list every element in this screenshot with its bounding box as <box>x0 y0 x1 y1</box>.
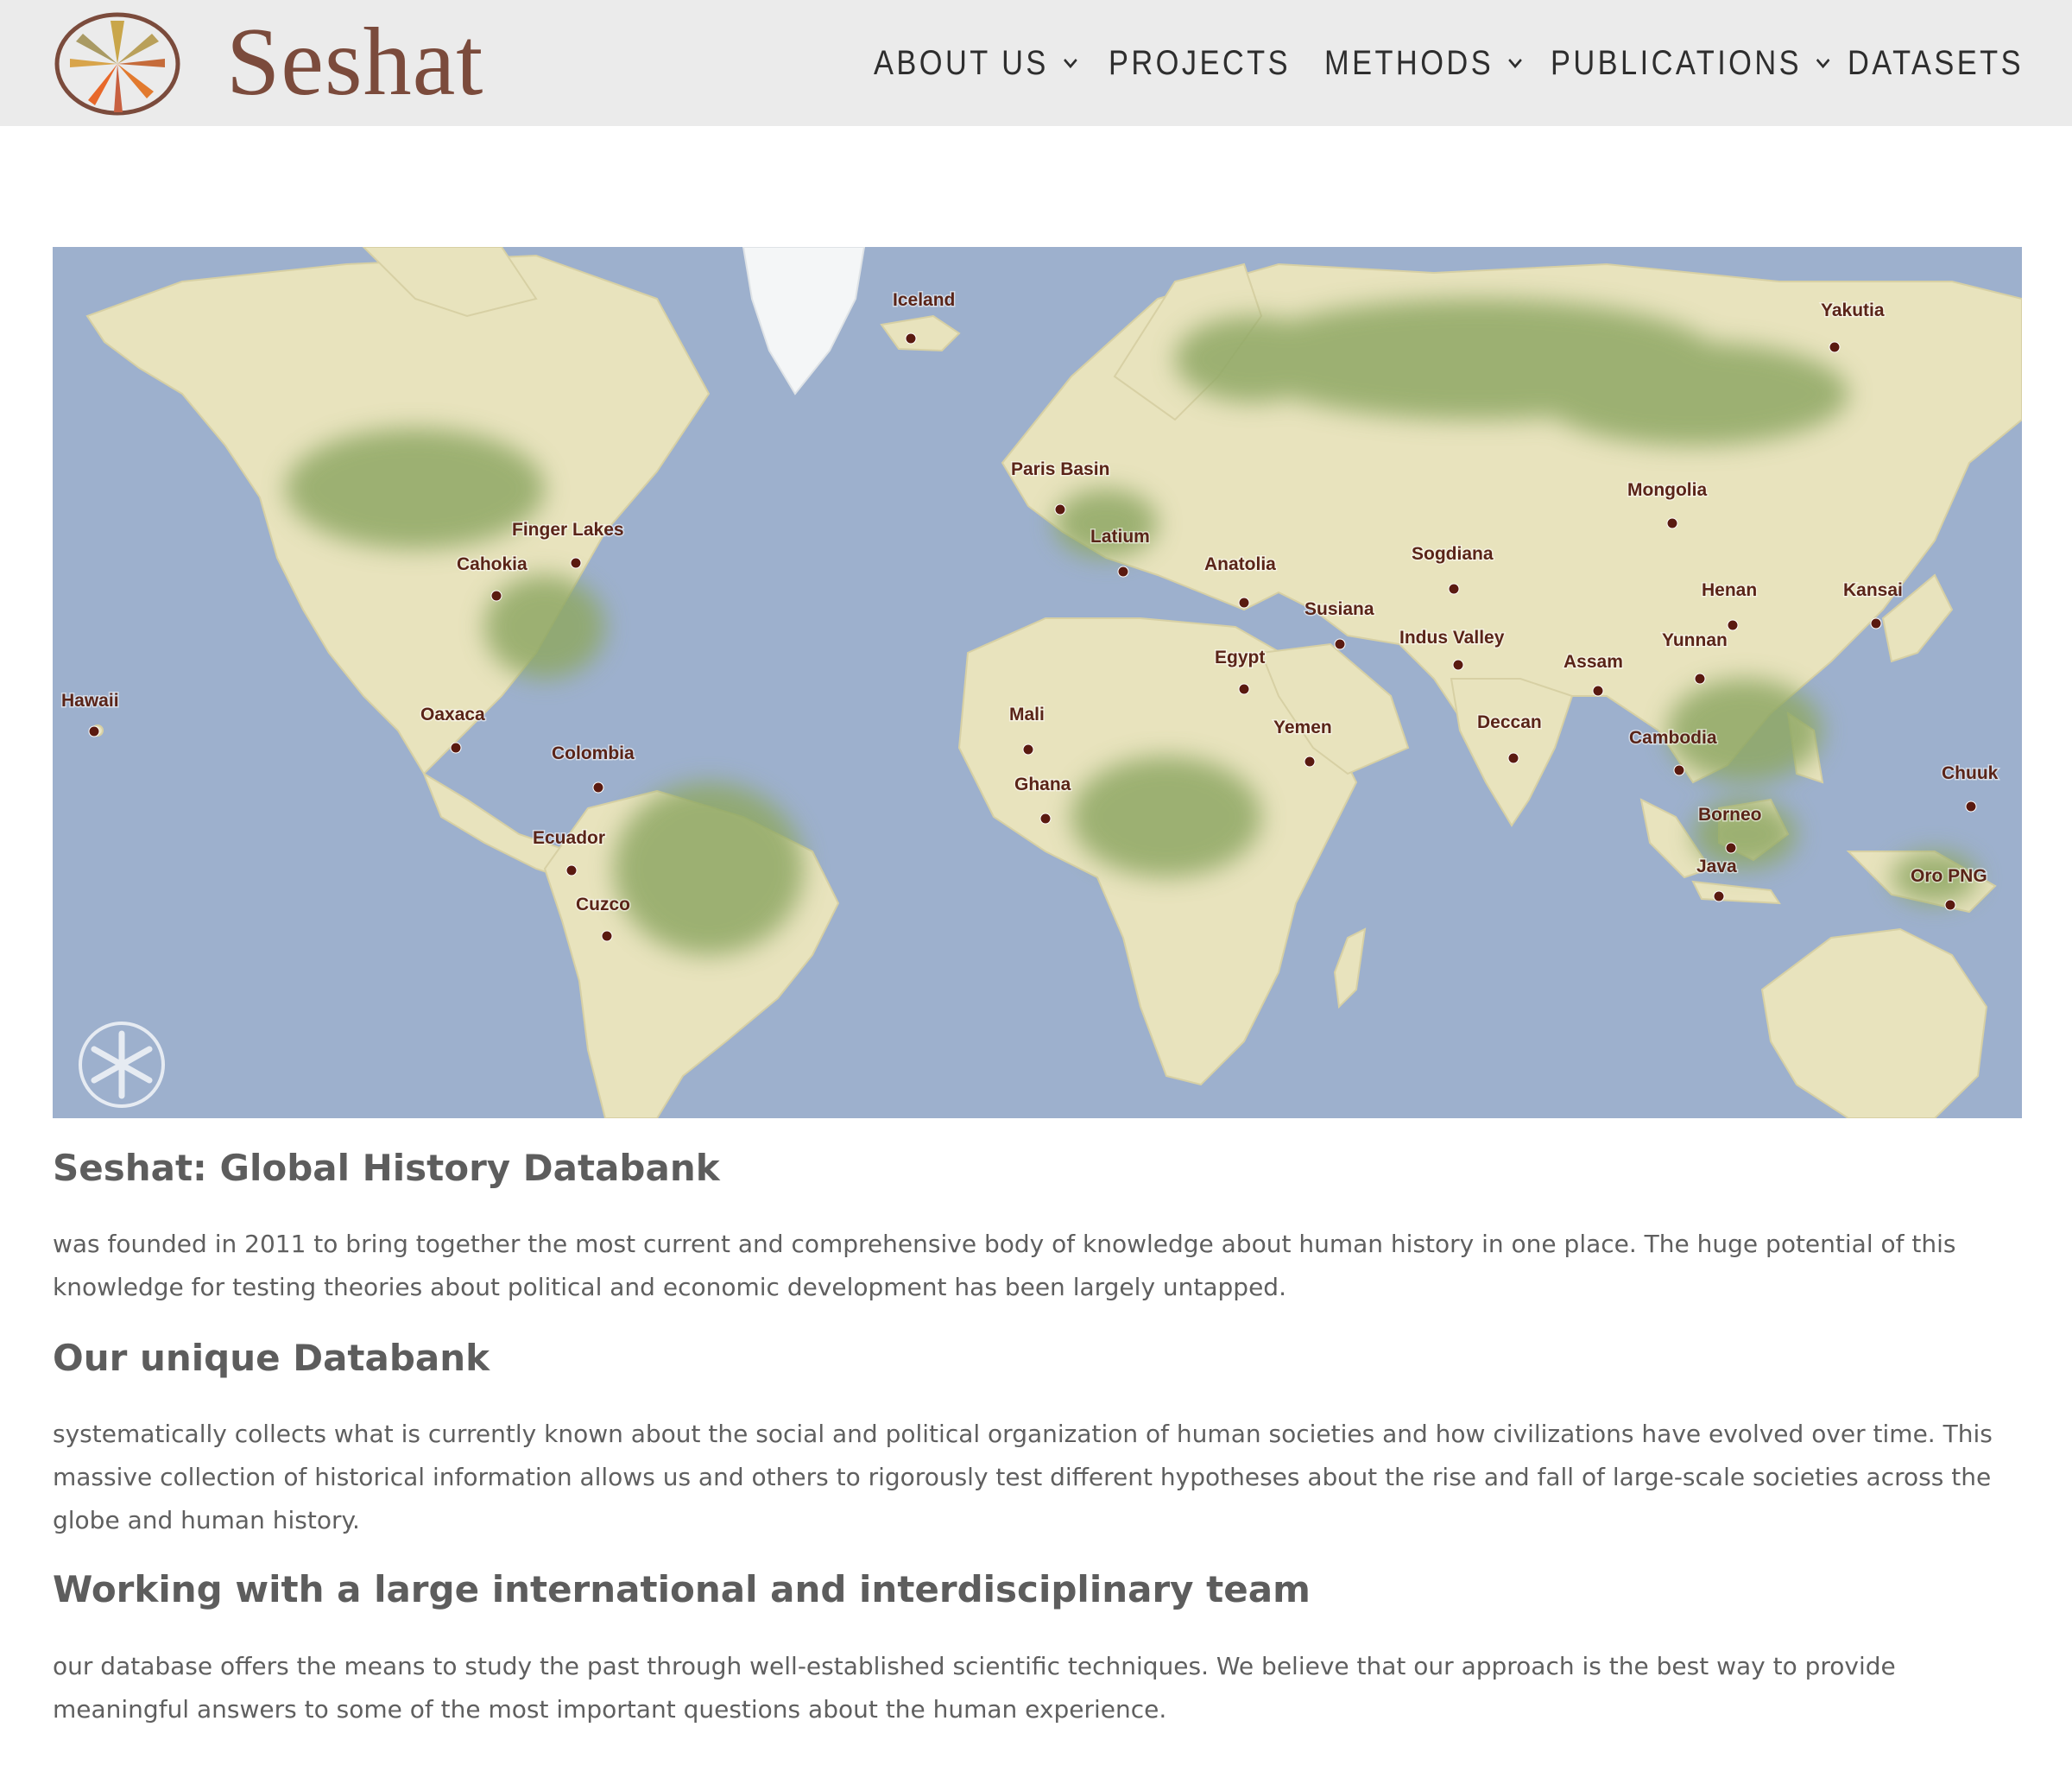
heading-international-team: Working with a large international and i… <box>53 1568 1311 1610</box>
map-marker-susiana[interactable] <box>1334 638 1346 650</box>
nav-methods[interactable]: METHODS <box>1324 41 1523 85</box>
map-label-cuzco: Cuzco <box>576 895 630 914</box>
map-label-iceland: Iceland <box>893 290 955 310</box>
map-label-yemen: Yemen <box>1273 718 1332 737</box>
map-marker-yunnan[interactable] <box>1694 673 1706 685</box>
map-marker-cuzco[interactable] <box>601 930 613 942</box>
map-label-cambodia: Cambodia <box>1629 728 1717 748</box>
paragraph-team: our database offers the means to study t… <box>53 1652 1896 1724</box>
nav-publications-label: PUBLICATIONS <box>1551 43 1803 82</box>
map-marker-kansai[interactable] <box>1870 617 1882 629</box>
seshat-logo-icon[interactable] <box>53 9 182 116</box>
map-marker-latium[interactable] <box>1117 566 1129 578</box>
brand-wordmark[interactable]: Seshat <box>226 10 483 114</box>
map-marker-deccan[interactable] <box>1507 752 1519 764</box>
map-marker-assam[interactable] <box>1592 685 1604 697</box>
map-label-mongolia: Mongolia <box>1627 480 1707 500</box>
map-label-ecuador: Ecuador <box>533 828 605 848</box>
nav-projects-label: PROJECTS <box>1109 43 1292 82</box>
nav-datasets[interactable]: DATASETS <box>1848 41 2024 85</box>
chevron-down-icon <box>1816 58 1830 69</box>
nav-projects[interactable]: PROJECTS <box>1109 41 1291 85</box>
map-marker-mali[interactable] <box>1022 743 1034 756</box>
world-map: Iceland Yakutia Paris Basin Mongolia Finger … <box>53 247 2022 1118</box>
map-marker-cambodia[interactable] <box>1673 764 1685 776</box>
map-label-colombia: Colombia <box>552 743 635 763</box>
heading-global-history-databank: Seshat: Global History Databank <box>53 1147 720 1189</box>
nav-about-us[interactable]: ABOUT US <box>874 41 1078 85</box>
nav-datasets-label: DATASETS <box>1848 43 2025 82</box>
map-label-indus-valley: Indus Valley <box>1399 628 1505 648</box>
map-marker-sogdiana[interactable] <box>1448 583 1460 595</box>
nav-about-us-label: ABOUT US <box>874 43 1049 82</box>
map-label-borneo: Borneo <box>1698 805 1762 825</box>
map-marker-oro-png[interactable] <box>1944 899 1956 911</box>
map-marker-paris-basin[interactable] <box>1054 503 1066 516</box>
map-marker-mongolia[interactable] <box>1666 517 1678 529</box>
map-label-chuuk: Chuuk <box>1942 763 1999 783</box>
map-label-assam: Assam <box>1563 652 1623 672</box>
map-marker-hawaii[interactable] <box>88 725 100 737</box>
map-label-oro-png: Oro PNG <box>1911 866 1987 886</box>
map-label-ghana: Ghana <box>1014 775 1071 794</box>
map-marker-indus-valley[interactable] <box>1452 659 1464 671</box>
map-label-yakutia: Yakutia <box>1821 300 1885 320</box>
map-label-yunnan: Yunnan <box>1662 630 1728 650</box>
heading-unique-databank: Our unique Databank <box>53 1337 490 1379</box>
map-label-latium: Latium <box>1090 527 1150 547</box>
map-marker-ghana[interactable] <box>1039 813 1052 825</box>
map-label-oaxaca: Oaxaca <box>420 705 485 724</box>
map-marker-chuuk[interactable] <box>1965 800 1977 813</box>
site-header: Seshat ABOUT US PROJECTS METHODS PUBLICA… <box>0 0 2072 126</box>
map-marker-finger-lakes[interactable] <box>570 557 582 569</box>
paragraph-databank: systematically collects what is currentl… <box>53 1420 1993 1534</box>
map-marker-borneo[interactable] <box>1725 842 1737 854</box>
map-marker-iceland[interactable] <box>905 332 917 345</box>
map-label-paris-basin: Paris Basin <box>1011 459 1109 479</box>
map-marker-yakutia[interactable] <box>1829 341 1841 353</box>
paragraph-founded: was founded in 2011 to bring together th… <box>53 1230 1956 1301</box>
nav-publications[interactable]: PUBLICATIONS <box>1551 41 1831 85</box>
world-map-graphic: Iceland Yakutia Paris Basin Mongolia Finger … <box>53 247 2022 1118</box>
map-label-java: Java <box>1696 857 1737 876</box>
map-label-anatolia: Anatolia <box>1204 554 1276 574</box>
map-marker-java[interactable] <box>1713 890 1725 902</box>
map-marker-colombia[interactable] <box>592 781 604 794</box>
map-label-kansai: Kansai <box>1843 580 1903 600</box>
map-label-egypt: Egypt <box>1215 648 1265 667</box>
map-label-henan: Henan <box>1702 580 1757 600</box>
chevron-down-icon <box>1508 58 1522 69</box>
map-label-mali: Mali <box>1009 705 1045 724</box>
nav-methods-label: METHODS <box>1324 43 1494 82</box>
map-marker-ecuador[interactable] <box>565 864 578 876</box>
map-label-finger-lakes: Finger Lakes <box>512 520 624 540</box>
map-label-sogdiana: Sogdiana <box>1412 544 1494 564</box>
chevron-down-icon <box>1063 58 1077 69</box>
map-marker-oaxaca[interactable] <box>450 742 462 754</box>
map-label-deccan: Deccan <box>1477 712 1542 732</box>
map-marker-henan[interactable] <box>1727 619 1739 631</box>
map-label-cahokia: Cahokia <box>457 554 527 574</box>
map-marker-anatolia[interactable] <box>1238 597 1250 609</box>
map-marker-yemen[interactable] <box>1304 756 1316 768</box>
map-label-hawaii: Hawaii <box>61 691 119 711</box>
map-marker-egypt[interactable] <box>1238 683 1250 695</box>
map-label-susiana: Susiana <box>1304 599 1374 619</box>
map-marker-cahokia[interactable] <box>490 590 502 602</box>
